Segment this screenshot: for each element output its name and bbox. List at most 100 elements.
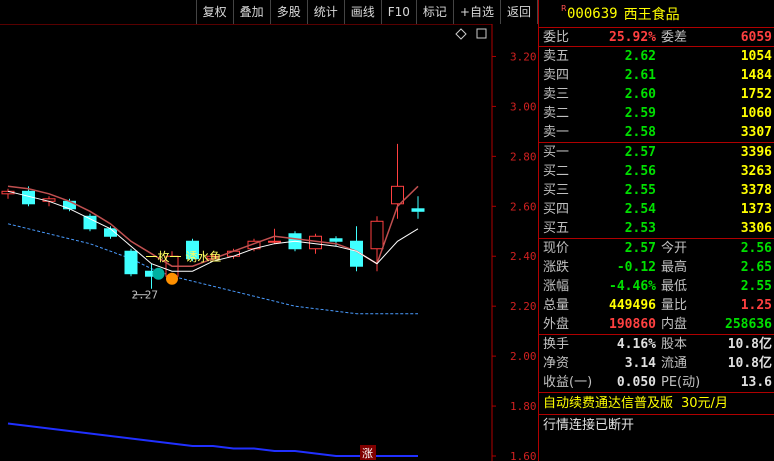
toolbar-button-3[interactable]: 统计 <box>306 0 344 24</box>
y-tick-label: 2.60 <box>510 200 537 213</box>
y-tick-label: 2.20 <box>510 300 537 313</box>
fund-row-eps: 收益(一) 0.050 PE(动) 13.6 <box>539 373 774 392</box>
wb-value: 25.92% <box>609 30 656 45</box>
turnover-label: 换手 <box>543 337 570 352</box>
signal-check-icon <box>152 267 165 280</box>
ma-blue-line <box>7 422 418 457</box>
bid-level-price: 2.56 <box>624 164 656 179</box>
toolbar-button-1[interactable]: 叠加 <box>232 0 270 24</box>
toolbar-button-6[interactable]: 标记 <box>415 0 453 24</box>
bid-level-label: 买三 <box>543 183 570 198</box>
bid-level-row: 买一 2.57 3396 <box>539 143 774 162</box>
ask-level-price: 2.59 <box>624 106 656 121</box>
fundamentals-block: 换手 4.16% 股本 10.8亿 净资 3.14 流通 10.8亿 收益(一)… <box>539 335 774 393</box>
ask-level-row: 卖四 2.61 1484 <box>539 66 774 85</box>
r-tag: R <box>561 4 567 13</box>
open-value: 2.56 <box>740 241 772 256</box>
net-asset-label: 净资 <box>543 356 570 371</box>
vol-ratio-label: 量比 <box>661 298 688 313</box>
bid-level-row: 买二 2.56 3263 <box>539 162 774 181</box>
change-label: 涨跌 <box>543 260 570 275</box>
stock-code: 000639 <box>567 5 618 22</box>
quote-row-price: 现价 2.57 今开 2.56 <box>539 239 774 258</box>
inner-label: 内盘 <box>661 317 688 332</box>
y-tick-label: 3.00 <box>510 100 537 113</box>
ask-level-label: 卖三 <box>543 87 570 102</box>
inner-value: 258636 <box>725 317 772 332</box>
bid-levels: 买一 2.57 3396 买二 2.56 3263 买三 2.55 3378 买四 2.54 1373… <box>539 143 774 239</box>
promo-banner[interactable]: 自动续费通达信普及版 30元/月 <box>539 393 774 415</box>
toolbar-button-5[interactable]: F10 <box>380 0 416 24</box>
square-icon <box>476 28 487 39</box>
kline-svg: 3.20 3.00 2.80 2.60 2.40 2.20 2.00 1.80 1.60 2.27… <box>0 24 537 461</box>
ask-level-label: 卖二 <box>543 106 570 121</box>
float-label: 流通 <box>661 356 688 371</box>
bid-level-price: 2.54 <box>624 202 656 217</box>
share-capital-value: 10.8亿 <box>727 337 772 352</box>
bid-level-price: 2.57 <box>624 145 656 160</box>
signal-up-icon <box>166 272 178 285</box>
bid-level-volume: 1373 <box>740 202 772 217</box>
wc-value: 6059 <box>740 30 772 45</box>
toolbar: 复权 叠加 多股 统计 画线 F10 标记 +自选 返回 <box>0 0 538 24</box>
volume-label: 总量 <box>543 298 570 313</box>
low-label: 最低 <box>661 279 688 294</box>
bid-level-price: 2.53 <box>624 221 656 236</box>
ask-level-row: 卖三 2.60 1752 <box>539 85 774 104</box>
signal-annotation: 一枚一 诱水鱼 <box>146 249 222 264</box>
ask-level-volume: 1060 <box>740 106 772 121</box>
ask-level-row: 卖五 2.62 1054 <box>539 47 774 66</box>
toolbar-button-2[interactable]: 多股 <box>269 0 307 24</box>
low-marker-label: 2.27 <box>132 289 159 302</box>
toolbar-button-7[interactable]: +自选 <box>452 0 500 24</box>
outer-label: 外盘 <box>543 317 570 332</box>
y-tick-label: 2.40 <box>510 250 537 263</box>
ask-level-row: 卖一 2.58 3307 <box>539 123 774 142</box>
ask-level-volume: 3307 <box>740 125 772 140</box>
ask-levels: 卖五 2.62 1054 卖四 2.61 1484 卖三 2.60 1752 卖二 2.59 1060… <box>539 47 774 143</box>
vol-ratio-value: 1.25 <box>740 298 772 313</box>
y-tick-label: 2.00 <box>510 350 537 363</box>
bid-level-row: 买四 2.54 1373 <box>539 200 774 219</box>
high-value: 2.65 <box>740 260 772 275</box>
high-label: 最高 <box>661 260 688 275</box>
stock-header: R 000639 西王食品 <box>539 0 774 28</box>
promo-text: 自动续费通达信普及版 <box>543 396 674 411</box>
open-label: 今开 <box>661 241 688 256</box>
y-tick-label: 1.80 <box>510 400 537 413</box>
ask-level-volume: 1054 <box>740 49 772 64</box>
quote-block: 现价 2.57 今开 2.56 涨跌 -0.12 最高 2.65 涨幅 -4.4… <box>539 239 774 335</box>
kline-chart[interactable]: 3.20 3.00 2.80 2.60 2.40 2.20 2.00 1.80 1.60 2.27… <box>0 24 538 461</box>
toolbar-button-0[interactable]: 复权 <box>195 0 233 24</box>
price-label: 现价 <box>543 241 570 256</box>
ask-level-price: 2.61 <box>624 68 656 83</box>
candle-body <box>124 250 138 275</box>
wb-label: 委比 <box>543 30 570 45</box>
pe-label: PE(动) <box>661 375 701 390</box>
ask-level-label: 卖四 <box>543 68 570 83</box>
quote-row-volume: 总量 449496 量比 1.25 <box>539 296 774 315</box>
pct-value: -4.46% <box>609 279 656 294</box>
connection-status: 行情连接已断开 <box>543 418 635 433</box>
stock-name: 西王食品 <box>623 6 680 23</box>
change-value: -0.12 <box>616 260 656 275</box>
y-tick-label: 3.20 <box>510 50 537 63</box>
quote-row-disk: 外盘 190860 内盘 258636 <box>539 315 774 334</box>
low-value: 2.55 <box>740 279 772 294</box>
float-value: 10.8亿 <box>727 356 772 371</box>
y-tick-label: 1.60 <box>510 450 537 461</box>
toolbar-button-8[interactable]: 返回 <box>499 0 538 24</box>
candle-body <box>268 240 281 243</box>
eps-value: 0.050 <box>616 375 656 390</box>
order-ratio-row: 委比 25.92% 委差 6059 <box>539 28 774 47</box>
share-capital-label: 股本 <box>661 337 688 352</box>
candle-body <box>411 208 425 212</box>
eps-label: 收益(一) <box>543 375 593 390</box>
fund-row-netasset: 净资 3.14 流通 10.8亿 <box>539 354 774 373</box>
candle-body <box>370 220 384 250</box>
y-tick-label: 2.80 <box>510 150 537 163</box>
toolbar-button-4[interactable]: 画线 <box>343 0 381 24</box>
ask-level-price: 2.62 <box>624 49 656 64</box>
bid-level-row: 买三 2.55 3378 <box>539 181 774 200</box>
pe-value: 13.6 <box>740 375 772 390</box>
